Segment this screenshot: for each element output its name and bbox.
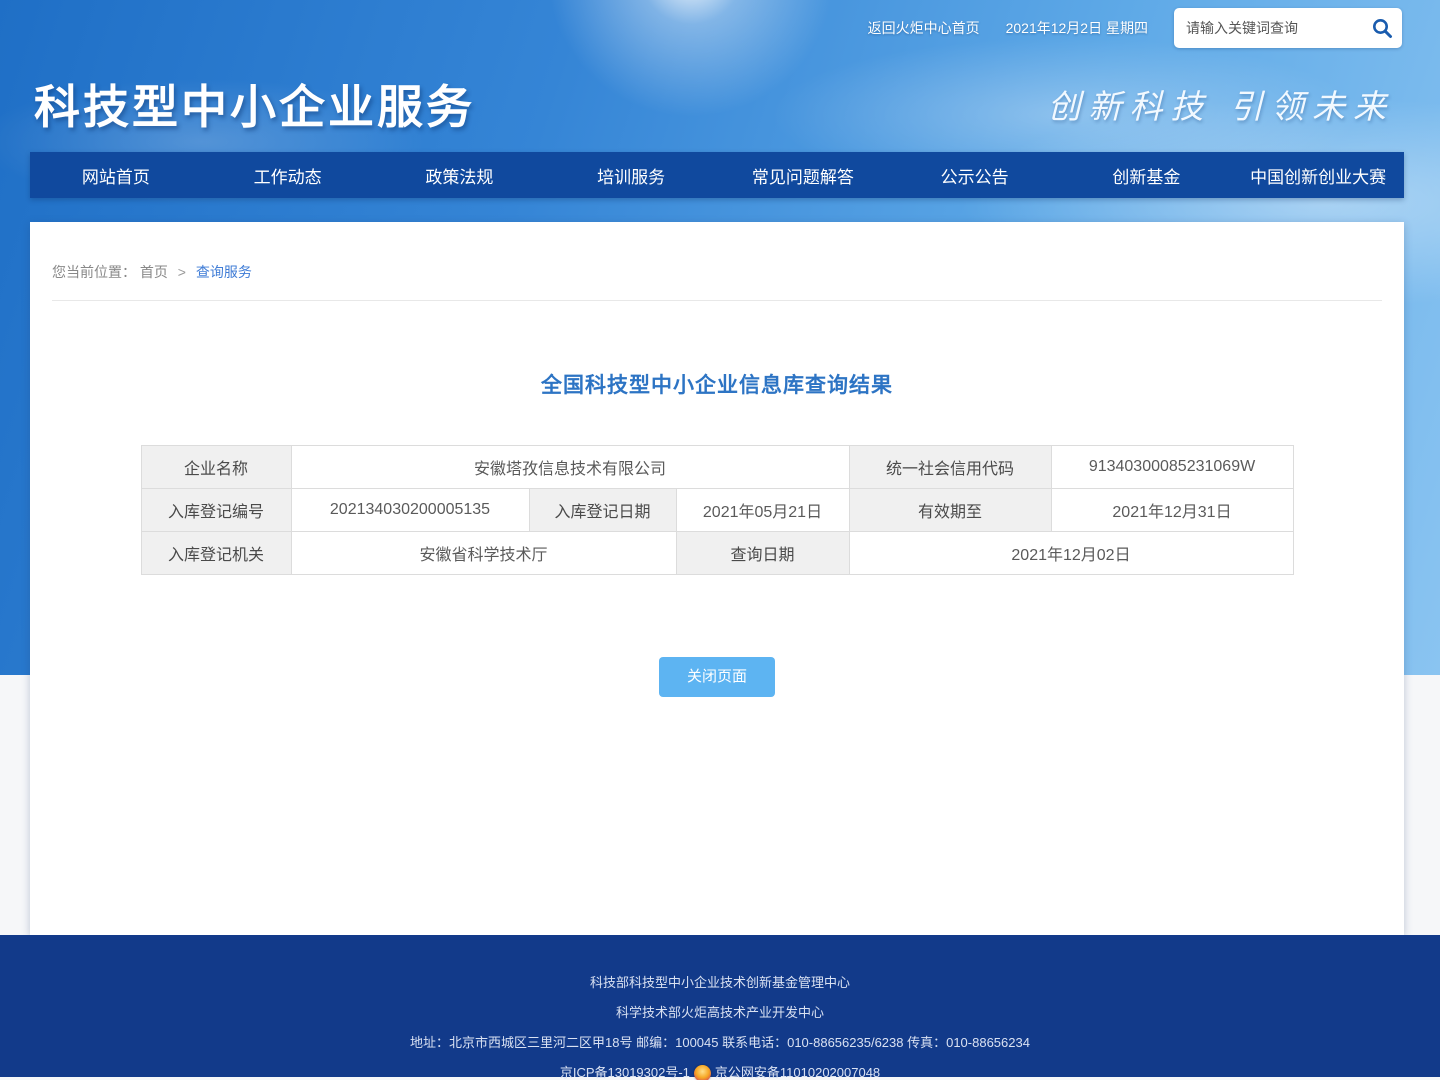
breadcrumb-divider [52,300,1382,301]
nav-item-announcements[interactable]: 公示公告 [889,152,1061,198]
return-torch-center-link[interactable]: 返回火炬中心首页 [868,18,980,38]
top-utility-bar: 返回火炬中心首页 2021年12月2日 星期四 [0,0,1440,56]
site-footer: 科技部科技型中小企业技术创新基金管理中心 科学技术部火炬高技术产业开发中心 地址… [0,935,1440,1077]
label-registration-authority: 入库登记机关 [141,532,291,575]
banner-gap [0,198,1440,222]
nav-item-policies[interactable]: 政策法规 [374,152,546,198]
value-company-name: 安徽塔孜信息技术有限公司 [291,446,849,489]
value-valid-until: 2021年12月31日 [1051,489,1293,532]
value-registration-date: 2021年05月21日 [676,489,849,532]
content-panel: 您当前位置： 首页 > 查询服务 全国科技型中小企业信息库查询结果 企业名称 安… [30,222,1404,935]
icp-record-link[interactable]: 京ICP备13019302号-1 [560,1058,690,1080]
table-row: 入库登记编号 202134030200005135 入库登记日期 2021年05… [141,489,1293,532]
breadcrumb: 您当前位置： 首页 > 查询服务 [30,262,1404,282]
breadcrumb-separator: > [178,264,186,280]
value-credit-code: 91340300085231069W [1051,446,1293,489]
police-record-link[interactable]: 京公网安备11010202007048 [715,1058,880,1080]
value-registration-number: 202134030200005135 [291,489,529,532]
site-logo-title: 科技型中小企业服务 [34,71,475,137]
site-header: 返回火炬中心首页 2021年12月2日 星期四 科技型中小企业服务 创新科技 引… [0,0,1440,152]
nav-item-competition[interactable]: 中国创新创业大赛 [1232,152,1404,198]
value-registration-authority: 安徽省科学技术厅 [291,532,676,575]
search-box [1174,8,1402,48]
nav-item-news[interactable]: 工作动态 [202,152,374,198]
site-slogan: 创新科技 引领未来 [1048,80,1395,128]
label-credit-code: 统一社会信用代码 [849,446,1051,489]
table-row: 入库登记机关 安徽省科学技术厅 查询日期 2021年12月02日 [141,532,1293,575]
search-icon[interactable] [1370,16,1394,40]
footer-address-line: 地址：北京市西城区三里河二区甲18号 邮编：100045 联系电话：010-88… [0,1028,1440,1058]
label-valid-until: 有效期至 [849,489,1051,532]
nav-item-innovation-fund[interactable]: 创新基金 [1061,152,1233,198]
breadcrumb-current-link[interactable]: 查询服务 [196,264,252,280]
label-query-date: 查询日期 [676,532,849,575]
button-row: 关闭页面 [30,657,1404,697]
logo-row: 科技型中小企业服务 创新科技 引领未来 [0,56,1440,152]
footer-icp-line: 京ICP备13019302号-1 京公网安备11010202007048 [0,1058,1440,1080]
police-badge-icon [694,1065,711,1080]
nav-item-faq[interactable]: 常见问题解答 [717,152,889,198]
footer-org-line-2: 科学技术部火炬高技术产业开发中心 [0,998,1440,1028]
label-registration-date: 入库登记日期 [529,489,676,532]
search-input[interactable] [1186,20,1370,36]
breadcrumb-home-link[interactable]: 首页 [140,264,168,280]
nav-item-home[interactable]: 网站首页 [30,152,202,198]
table-row: 企业名称 安徽塔孜信息技术有限公司 统一社会信用代码 9134030008523… [141,446,1293,489]
breadcrumb-prefix: 您当前位置： [52,264,136,280]
footer-org-line-1: 科技部科技型中小企业技术创新基金管理中心 [0,968,1440,998]
label-company-name: 企业名称 [141,446,291,489]
page-title: 全国科技型中小企业信息库查询结果 [30,369,1404,399]
value-query-date: 2021年12月02日 [849,532,1293,575]
query-result-table: 企业名称 安徽塔孜信息技术有限公司 统一社会信用代码 9134030008523… [141,445,1294,575]
close-page-button[interactable]: 关闭页面 [659,657,775,697]
current-date-label: 2021年12月2日 星期四 [1006,18,1148,38]
nav-item-training[interactable]: 培训服务 [545,152,717,198]
label-registration-number: 入库登记编号 [141,489,291,532]
main-navigation: 网站首页 工作动态 政策法规 培训服务 常见问题解答 公示公告 创新基金 中国创… [30,152,1404,198]
